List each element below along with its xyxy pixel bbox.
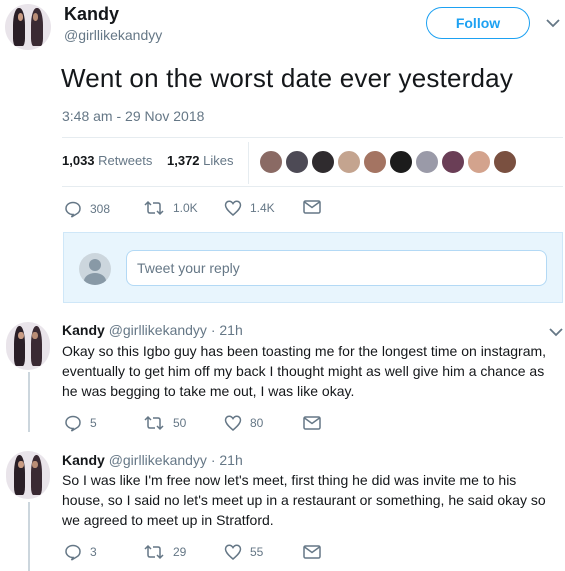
tweet-timestamp[interactable]: 3:48 am - 29 Nov 2018 [62, 108, 204, 124]
reply-time[interactable]: · 21h [211, 452, 243, 468]
like-button[interactable]: 1.4K [224, 200, 275, 216]
thread-line [28, 502, 30, 571]
reply-count: 308 [90, 202, 111, 216]
retweets-label: Retweets [98, 153, 153, 168]
liker-avatar[interactable] [389, 150, 413, 174]
retweet-count: 1.0K [173, 201, 198, 215]
likes-count: 1,372 [167, 153, 200, 168]
retweet-count: 50 [173, 416, 187, 430]
reply-author-handle[interactable]: @girllikekandyy [109, 322, 207, 338]
retweets-stat[interactable]: 1,033 Retweets [62, 153, 152, 168]
retweet-count: 29 [173, 545, 187, 559]
reply-icon [65, 415, 81, 432]
divider-vertical [248, 142, 249, 184]
liker-avatar[interactable] [467, 150, 491, 174]
liker-avatar[interactable] [493, 150, 517, 174]
reply-author-handle[interactable]: @girllikekandyy [109, 452, 207, 468]
direct-message-button[interactable] [303, 545, 329, 559]
like-count: 1.4K [250, 201, 275, 215]
reply-button[interactable]: 3 [64, 543, 97, 561]
envelope-icon [303, 545, 321, 559]
liker-avatar[interactable] [441, 150, 465, 174]
retweet-button[interactable]: 1.0K [143, 200, 198, 216]
retweet-icon [144, 544, 164, 560]
retweet-button[interactable]: 29 [143, 544, 186, 560]
chevron-down-icon[interactable] [546, 18, 560, 28]
reply-button[interactable]: 5 [64, 414, 97, 432]
heart-icon [224, 544, 242, 560]
reply-count: 3 [90, 545, 97, 559]
liker-avatar[interactable] [311, 150, 335, 174]
reply-text: Okay so this Igbo guy has been toasting … [62, 343, 547, 399]
current-user-avatar [79, 253, 111, 285]
like-count: 80 [250, 416, 264, 430]
divider [62, 137, 563, 138]
retweets-count: 1,033 [62, 153, 95, 168]
direct-message-button[interactable] [303, 416, 329, 430]
liker-avatar[interactable] [259, 150, 283, 174]
reply-author-name[interactable]: Kandy [62, 452, 105, 468]
likes-stat[interactable]: 1,372 Likes [167, 153, 234, 168]
tweet-text: Went on the worst date ever yesterday [61, 63, 514, 93]
reply-time[interactable]: · 21h [211, 322, 243, 338]
liker-avatar[interactable] [285, 150, 309, 174]
reply-button[interactable]: 308 [64, 200, 110, 218]
heart-icon [224, 415, 242, 431]
envelope-icon [303, 200, 321, 214]
follow-button[interactable]: Follow [426, 7, 530, 39]
display-name[interactable]: Kandy [64, 4, 119, 25]
reply-icon [65, 201, 81, 218]
reply-author-name[interactable]: Kandy [62, 322, 105, 338]
retweet-icon [144, 415, 164, 431]
liker-avatar[interactable] [415, 150, 439, 174]
reply-header: Kandy @girllikekandyy · 21h [62, 322, 243, 338]
liker-avatar[interactable] [337, 150, 361, 174]
envelope-icon [303, 416, 321, 430]
avatar[interactable] [6, 322, 50, 370]
thread-line [28, 372, 30, 432]
reply-text: So I was like I'm free now let's meet, f… [62, 472, 546, 528]
liker-avatar[interactable] [363, 150, 387, 174]
reply-icon [65, 544, 81, 561]
avatar[interactable] [6, 451, 50, 499]
avatar[interactable] [5, 4, 51, 50]
user-handle[interactable]: @girllikekandyy [64, 27, 162, 43]
like-button[interactable]: 80 [224, 415, 263, 431]
retweet-icon [144, 200, 164, 216]
likes-label: Likes [203, 153, 234, 168]
reply-header: Kandy @girllikekandyy · 21h [62, 452, 243, 468]
reply-count: 5 [90, 416, 97, 430]
like-count: 55 [250, 545, 264, 559]
like-button[interactable]: 55 [224, 544, 263, 560]
reply-input[interactable]: Tweet your reply [126, 250, 547, 286]
divider [62, 186, 563, 187]
retweet-button[interactable]: 50 [143, 415, 186, 431]
chevron-down-icon[interactable] [549, 327, 563, 337]
heart-icon [224, 200, 242, 216]
direct-message-button[interactable] [303, 200, 329, 214]
